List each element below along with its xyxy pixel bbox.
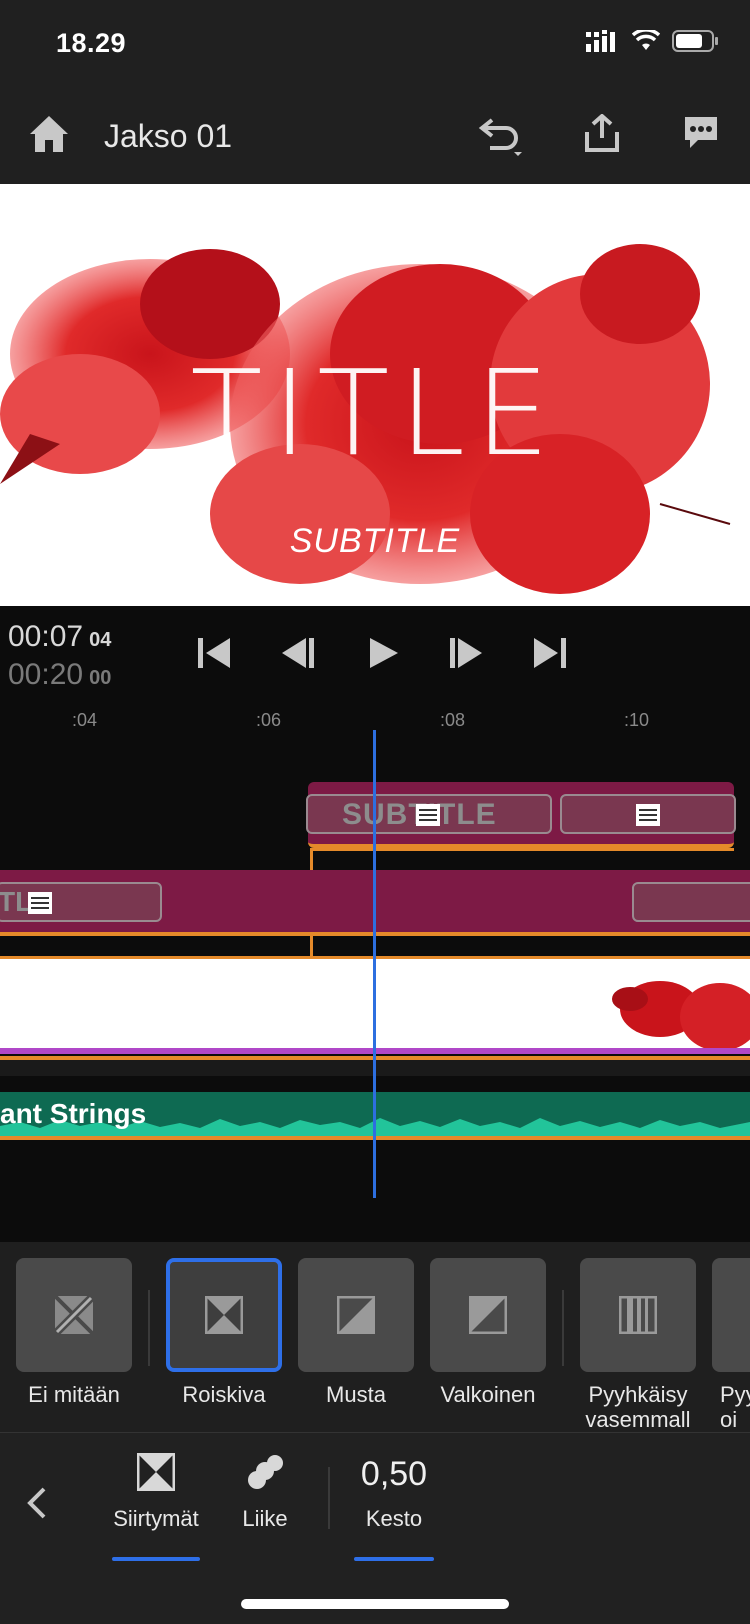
subtitle-clip-segment[interactable]: SUBTITLE <box>306 794 552 834</box>
status-icons <box>586 30 718 52</box>
separator <box>562 1290 564 1366</box>
tab-motion-label: Liike <box>242 1506 288 1531</box>
tab-transitions-label: Siirtymät <box>113 1506 199 1531</box>
skip-to-start-icon[interactable] <box>196 636 232 670</box>
playhead[interactable] <box>373 730 376 1198</box>
ruler-tick: :06 <box>256 710 282 730</box>
active-tab-underline <box>112 1557 200 1561</box>
total-timecode: 00:20 00 <box>8 658 111 692</box>
ruler-tick: :08 <box>440 710 466 730</box>
dip-black-icon <box>337 1296 375 1334</box>
transition-none[interactable] <box>16 1258 132 1372</box>
app-header: Jakso 01 <box>0 90 750 184</box>
title-clip-segment[interactable]: TL <box>0 882 162 922</box>
status-bar: 18.29 <box>0 0 750 90</box>
transition-wipe-right-label: Pyy oi <box>720 1382 750 1432</box>
share-icon[interactable] <box>583 114 621 154</box>
title-clip-segment-2[interactable] <box>632 882 750 922</box>
transitions-icon <box>136 1452 176 1492</box>
subtitle-clip-segment-2[interactable] <box>560 794 736 834</box>
undo-icon[interactable] <box>478 114 526 156</box>
no-transition-icon <box>53 1294 95 1336</box>
back-chevron-icon[interactable] <box>24 1483 50 1523</box>
total-frames: 00 <box>89 667 112 689</box>
current-frames: 04 <box>89 629 112 651</box>
preview-title-text: TITLE <box>190 344 560 482</box>
current-timecode: 00:07 04 <box>8 620 111 654</box>
duration-label: Kesto <box>365 1506 423 1531</box>
transition-wipe-left[interactable] <box>580 1258 696 1372</box>
preview-subtitle-text: SUBTITLE <box>289 522 461 560</box>
text-clip-icon <box>416 804 440 826</box>
cross-dissolve-icon <box>205 1296 243 1334</box>
screen: 18.29 Jakso 01 TITLE SUBTITLE 00:07 04 0… <box>0 0 750 1624</box>
cellular-signal-icon <box>586 30 615 52</box>
feedback-icon[interactable] <box>682 114 720 154</box>
transition-dip-white-label: Valkoinen <box>440 1382 536 1407</box>
play-icon[interactable] <box>366 636 400 670</box>
audio-clip-label: ant Strings <box>0 1098 147 1129</box>
project-title[interactable]: Jakso 01 <box>104 118 232 155</box>
separator <box>328 1467 330 1529</box>
duration-control[interactable]: 0,50 Kesto <box>346 1455 442 1532</box>
video-preview[interactable]: TITLE SUBTITLE <box>0 184 750 606</box>
dip-white-icon <box>469 1296 507 1334</box>
home-indicator[interactable] <box>241 1599 509 1609</box>
bottom-toolbar: Siirtymät Liike 0,50 Kesto <box>0 1432 750 1624</box>
home-icon[interactable] <box>28 114 70 154</box>
subtitle-clip[interactable]: SUBTITLE <box>306 782 736 848</box>
transition-wipe-right[interactable] <box>712 1258 750 1372</box>
trim-connector <box>310 848 313 870</box>
trim-connector <box>310 936 313 956</box>
active-tab-underline <box>354 1557 434 1561</box>
status-time: 18.29 <box>56 28 127 58</box>
transport-controls: 00:07 04 00:20 00 <box>0 606 750 702</box>
skip-to-end-icon[interactable] <box>532 636 568 670</box>
total-time: 00:20 <box>8 658 84 691</box>
transition-cross-dissolve[interactable] <box>166 1258 282 1372</box>
wipe-left-icon <box>619 1296 657 1334</box>
tab-motion[interactable]: Liike <box>228 1453 302 1532</box>
ruler-tick: :04 <box>72 710 98 730</box>
tab-transitions[interactable]: Siirtymät <box>110 1452 202 1532</box>
text-clip-icon <box>636 804 660 826</box>
duration-value: 0,50 <box>360 1455 428 1493</box>
text-clip-icon <box>28 892 52 914</box>
current-time: 00:07 <box>8 620 84 653</box>
battery-icon <box>672 30 718 52</box>
separator <box>148 1290 150 1366</box>
transition-dip-white[interactable] <box>430 1258 546 1372</box>
wifi-icon <box>632 30 660 50</box>
step-back-icon[interactable] <box>280 636 316 670</box>
transition-dip-black[interactable] <box>298 1258 414 1372</box>
ruler-tick: :10 <box>624 710 650 730</box>
motion-icon <box>248 1455 283 1489</box>
step-forward-icon[interactable] <box>448 636 484 670</box>
transitions-strip: Ei mitään Roiskiva Musta Valkoinen Pyyhk… <box>0 1242 750 1432</box>
transition-none-label: Ei mitään <box>28 1382 120 1407</box>
